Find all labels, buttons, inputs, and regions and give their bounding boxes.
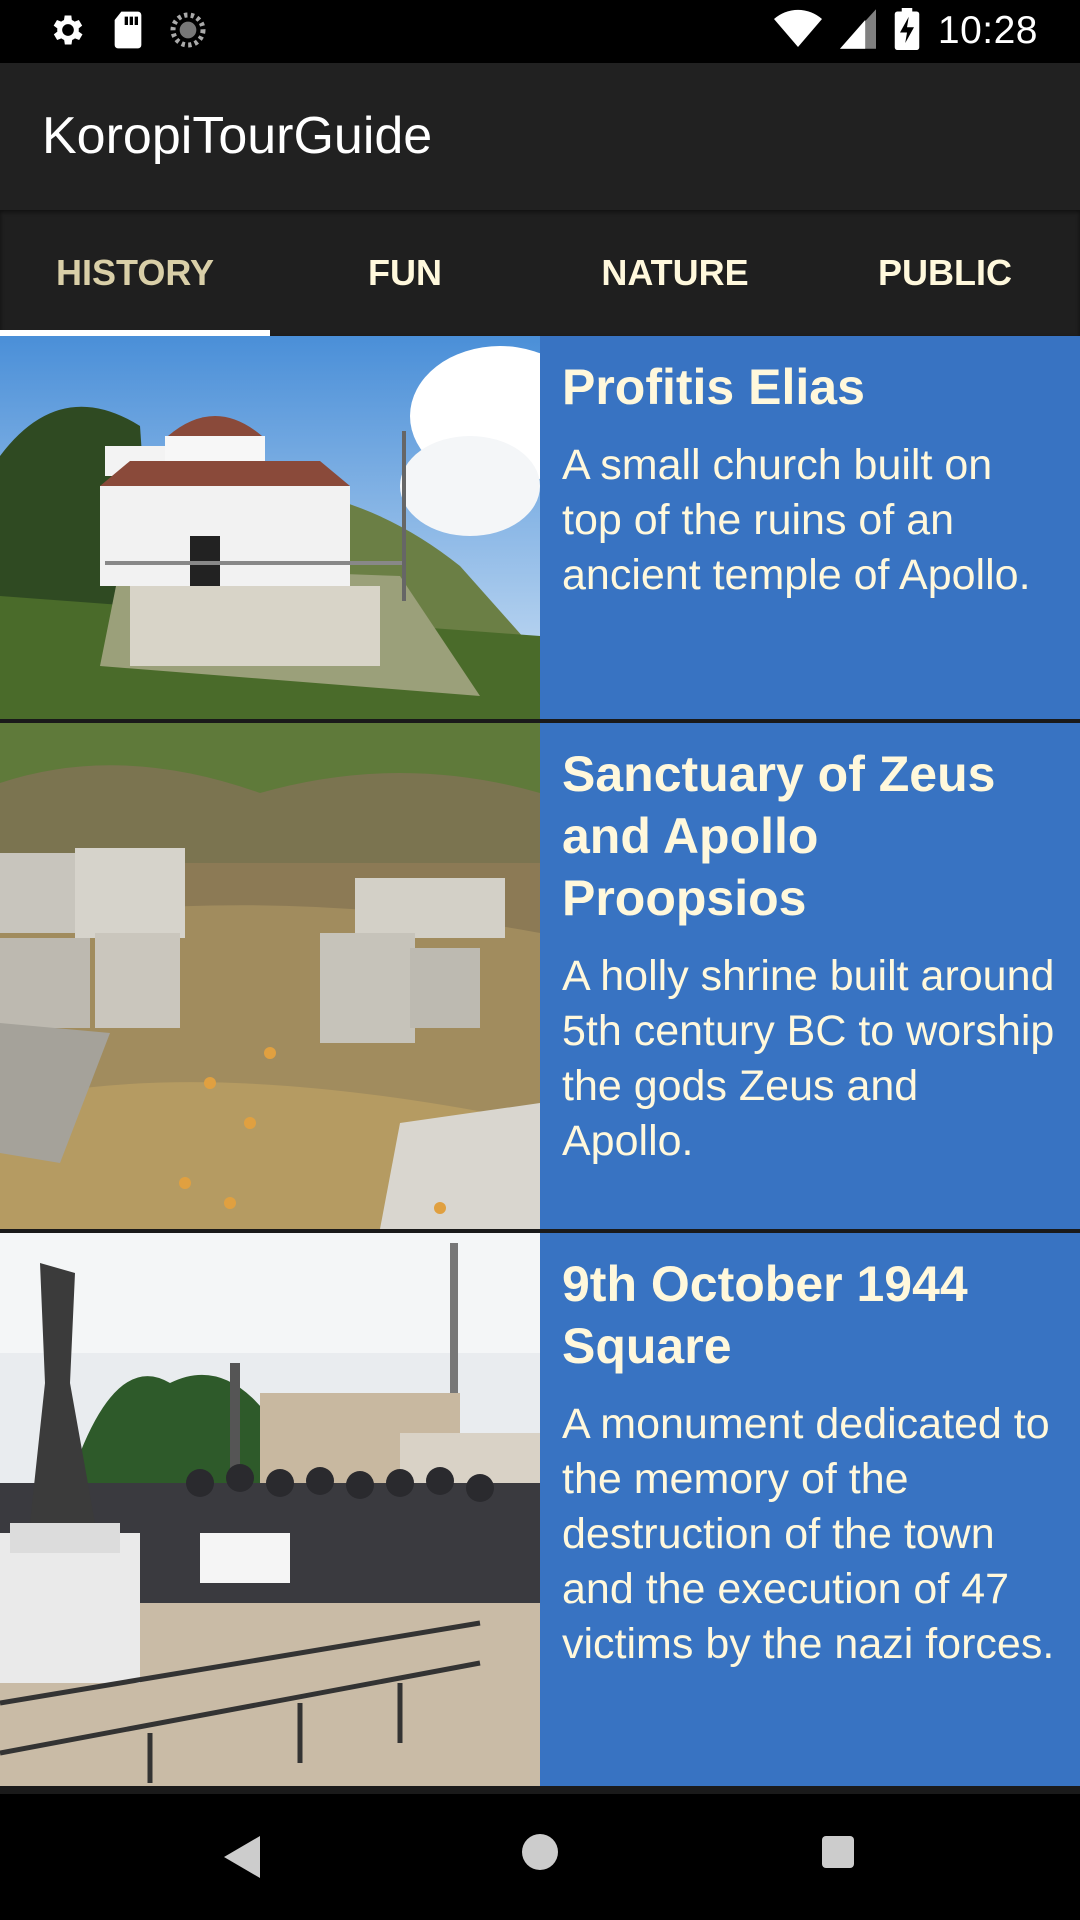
item-description: A small church built on top of the ruins… <box>562 441 1031 599</box>
app-title: KoropiTourGuide <box>42 107 433 165</box>
recents-icon[interactable] <box>820 1834 856 1875</box>
list-item[interactable]: Sanctuary of Zeus and Apollo Proopsios A… <box>0 723 1080 1229</box>
item-info-panel: 9th October 1944 Square A monument dedic… <box>540 1233 1080 1786</box>
item-info-panel: Sanctuary of Zeus and Apollo Proopsios A… <box>540 723 1080 1229</box>
tab-nature[interactable]: NATURE <box>540 210 810 336</box>
church-on-hill-photo <box>0 336 540 719</box>
item-title: Sanctuary of Zeus and Apollo Proopsios <box>562 746 996 926</box>
app-bar: KoropiTourGuide <box>0 63 1080 210</box>
signal-icon <box>839 8 876 54</box>
sync-icon <box>168 10 208 55</box>
item-title: Profitis Elias <box>562 359 865 415</box>
wifi-icon <box>773 9 822 54</box>
back-icon[interactable] <box>220 1832 264 1887</box>
monument-ceremony-photo <box>0 1233 540 1786</box>
ancient-stone-ruins-photo <box>0 723 540 1229</box>
tab-history[interactable]: HISTORY <box>0 210 270 336</box>
list-item[interactable]: Profitis Elias A small church built on t… <box>0 336 1080 719</box>
navigation-bar <box>0 1794 1080 1920</box>
item-title: 9th October 1944 Square <box>562 1256 968 1374</box>
status-bar: 10:28 <box>0 0 1080 63</box>
tab-fun[interactable]: FUN <box>270 210 540 336</box>
item-description: A holly shrine built around 5th century … <box>562 952 1055 1165</box>
home-icon[interactable] <box>520 1832 560 1877</box>
item-description: A monument dedicated to the memory of th… <box>562 1400 1055 1668</box>
status-time: 10:28 <box>937 9 1038 52</box>
settings-icon <box>48 10 88 55</box>
list-item[interactable]: 9th October 1944 Square A monument dedic… <box>0 1233 1080 1786</box>
sd-card-icon <box>110 10 146 55</box>
tab-bar: HISTORY FUN NATURE PUBLIC <box>0 210 1080 336</box>
item-info-panel: Profitis Elias A small church built on t… <box>540 336 1080 719</box>
tab-public[interactable]: PUBLIC <box>810 210 1080 336</box>
battery-charging-icon <box>894 7 920 55</box>
